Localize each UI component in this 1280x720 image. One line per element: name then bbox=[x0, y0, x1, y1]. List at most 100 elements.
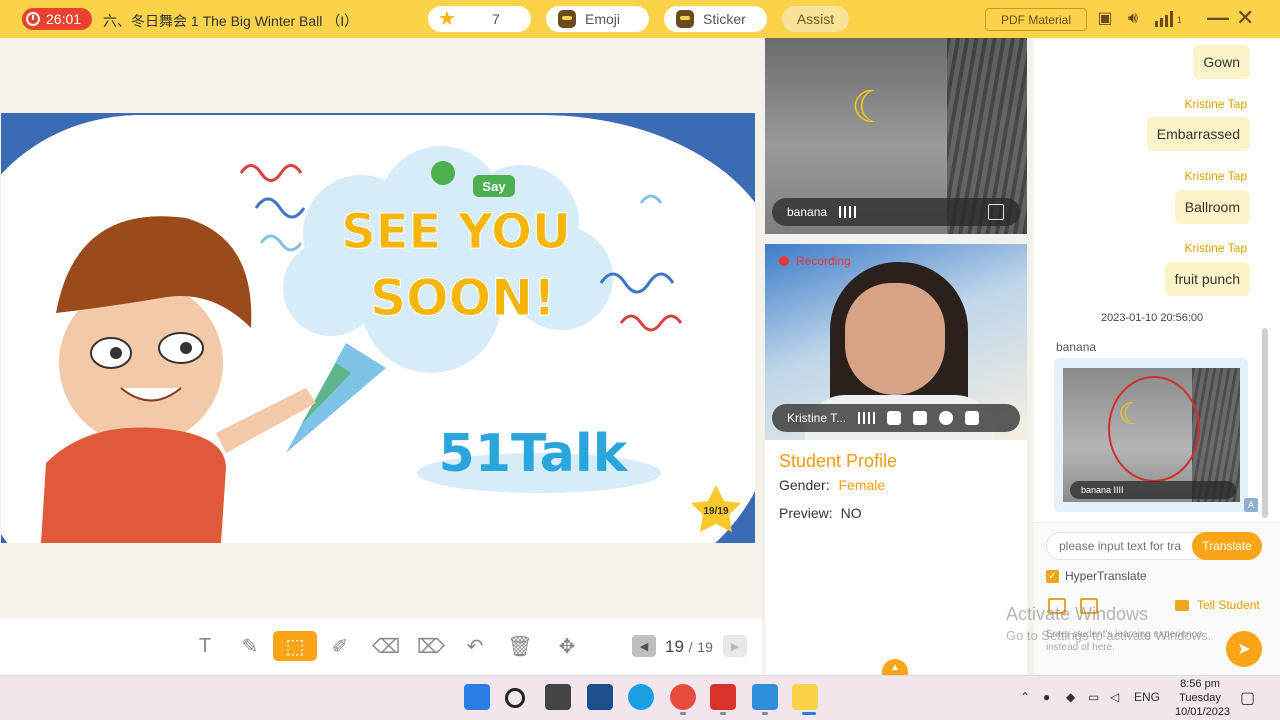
student-video-bar: banana bbox=[772, 198, 1020, 226]
network-icon[interactable]: ▭ bbox=[1088, 690, 1099, 704]
move-tool-icon[interactable]: ✥ bbox=[553, 631, 581, 661]
next-page-button[interactable]: ▶ bbox=[723, 635, 747, 657]
delete-icon[interactable]: 🗑︎ bbox=[506, 631, 534, 661]
student-name: banana bbox=[787, 205, 828, 219]
lesson-slide: Say SEE YOU SOON! 51Talk 19/19 bbox=[1, 113, 755, 543]
sticker-label: Sticker bbox=[703, 11, 746, 27]
chat-scrollbar[interactable] bbox=[1262, 328, 1268, 518]
widgets-icon[interactable] bbox=[587, 684, 613, 710]
camera-icon[interactable] bbox=[939, 411, 954, 425]
translate-image-icon[interactable]: A bbox=[1244, 498, 1258, 512]
running-indicator bbox=[720, 712, 726, 715]
signal-count: 1 bbox=[1177, 15, 1183, 25]
speaker-icon[interactable]: ◁ bbox=[1110, 690, 1119, 704]
hypertranslate-label: HyperTranslate bbox=[1065, 569, 1147, 583]
gender-label: Gender: bbox=[779, 477, 830, 493]
sticker-button[interactable]: Sticker bbox=[664, 6, 767, 32]
recording-label: Recording bbox=[796, 254, 851, 268]
preview-label: Preview: bbox=[779, 505, 833, 521]
prev-page-button[interactable]: ◀ bbox=[632, 635, 656, 657]
eraser-tool-icon[interactable]: ⌫ bbox=[372, 631, 400, 661]
chat-timestamp: 2023-01-10 20:56:00 bbox=[1101, 312, 1204, 324]
gender-value: Female bbox=[838, 477, 886, 493]
current-page: 19 bbox=[665, 637, 684, 656]
windows-start-icon[interactable] bbox=[464, 684, 490, 710]
hypertranslate-checkbox[interactable]: ✓ HyperTranslate bbox=[1046, 569, 1147, 583]
search-icon[interactable] bbox=[505, 688, 525, 708]
recording-indicator: Recording bbox=[779, 254, 851, 268]
star-counter[interactable]: ★ 7 bbox=[428, 6, 531, 32]
audio-level-icon bbox=[858, 412, 876, 424]
clear-icon[interactable] bbox=[988, 204, 1004, 220]
chat-bubble: Embarrassed bbox=[1146, 117, 1250, 151]
translate-button[interactable]: Translate bbox=[1192, 532, 1262, 560]
watermark-subtitle: Go to Settings to activate Windows. bbox=[1006, 628, 1212, 643]
chat-sender: Kristine Tap bbox=[1184, 169, 1247, 183]
teacher-name: Kristine T... bbox=[787, 411, 847, 425]
active-indicator bbox=[802, 712, 816, 715]
clock-time: 8:56 pm bbox=[1180, 678, 1220, 690]
volume-icon[interactable]: 🔊︎ bbox=[1124, 11, 1142, 27]
notification-icon[interactable]: ▢ bbox=[1240, 688, 1255, 708]
emoji-button[interactable]: Emoji bbox=[546, 6, 649, 32]
highlighter-tool-icon[interactable]: ✐ bbox=[326, 631, 354, 661]
undo-icon[interactable]: ↶ bbox=[461, 631, 489, 661]
microphone-icon[interactable]: ● bbox=[1043, 690, 1050, 704]
pdf-material-button[interactable]: PDF Material bbox=[985, 8, 1087, 31]
running-indicator bbox=[762, 712, 768, 715]
emoji-label: Emoji bbox=[585, 11, 621, 27]
notepad-icon[interactable] bbox=[752, 684, 778, 710]
slide-headline-1: SEE YOU bbox=[341, 204, 571, 260]
language-indicator[interactable]: ENG bbox=[1134, 690, 1160, 704]
clear-tool-icon[interactable]: ⌦ bbox=[417, 631, 445, 661]
51talk-app-icon[interactable] bbox=[792, 684, 818, 710]
microphone-icon[interactable] bbox=[913, 411, 928, 425]
system-clock[interactable]: 8:56 pm Tuesday 10/01/2023 bbox=[1175, 677, 1230, 719]
sticker-icon bbox=[676, 10, 694, 28]
gender-row: Gender: Female bbox=[779, 477, 885, 493]
send-icon[interactable]: ➤ bbox=[1226, 631, 1262, 667]
brand-logo: 51Talk bbox=[439, 424, 629, 484]
assist-button[interactable]: Assist bbox=[782, 6, 849, 32]
thumbnail-caption-text: banana bbox=[1081, 485, 1112, 495]
chevron-up-icon[interactable]: ⌃ bbox=[1020, 690, 1030, 704]
text-tool-icon[interactable]: T bbox=[191, 631, 219, 661]
expand-icon[interactable] bbox=[887, 411, 902, 425]
clear-icon[interactable] bbox=[965, 411, 980, 425]
thumbnail-caption: banana IIII bbox=[1070, 481, 1236, 499]
clock-icon bbox=[26, 12, 40, 26]
security-icon[interactable]: ◆ bbox=[1066, 690, 1075, 704]
star-count: 7 bbox=[492, 11, 500, 27]
banana-sticker-icon: ☾ bbox=[1118, 398, 1145, 431]
select-tool-icon[interactable]: ⬚ bbox=[273, 631, 317, 661]
wps-icon[interactable] bbox=[710, 684, 736, 710]
banana-sticker-icon: ☾ bbox=[851, 83, 891, 132]
teacher-face bbox=[845, 283, 945, 395]
total-pages: 19 bbox=[697, 639, 713, 655]
task-view-icon[interactable] bbox=[545, 684, 571, 710]
chrome-icon[interactable] bbox=[670, 684, 696, 710]
audio-level-icon bbox=[839, 206, 857, 218]
chat-bubble: Ballroom bbox=[1174, 190, 1250, 224]
assist-label: Assist bbox=[796, 11, 835, 27]
chat-sender: Kristine Tap bbox=[1184, 97, 1247, 111]
chat-bubble: fruit punch bbox=[1164, 262, 1250, 296]
chat-toggle-icon[interactable]: ▣ bbox=[1096, 11, 1114, 27]
checkbox-icon: ✓ bbox=[1046, 569, 1059, 583]
say-label: Say bbox=[482, 179, 506, 194]
record-dot-icon bbox=[779, 256, 789, 266]
teacher-video-bar: Kristine T... bbox=[772, 404, 1020, 432]
close-icon[interactable]: ✕ bbox=[1236, 7, 1254, 29]
minimize-icon[interactable]: — bbox=[1207, 7, 1229, 29]
preview-row: Preview: NO bbox=[779, 505, 862, 521]
page-separator: / bbox=[688, 639, 693, 655]
running-indicator bbox=[680, 712, 686, 715]
chat-sender: Kristine Tap bbox=[1184, 241, 1247, 255]
watermark-title: Activate Windows bbox=[1006, 604, 1149, 624]
pen-tool-icon[interactable]: ✎ bbox=[236, 631, 264, 661]
edge-icon[interactable] bbox=[628, 684, 654, 710]
star-icon: ★ bbox=[438, 8, 456, 30]
page-indicator: 19 / 19 bbox=[665, 637, 713, 657]
chat-bubble: Gown bbox=[1193, 45, 1250, 79]
emoji-icon bbox=[558, 10, 576, 28]
